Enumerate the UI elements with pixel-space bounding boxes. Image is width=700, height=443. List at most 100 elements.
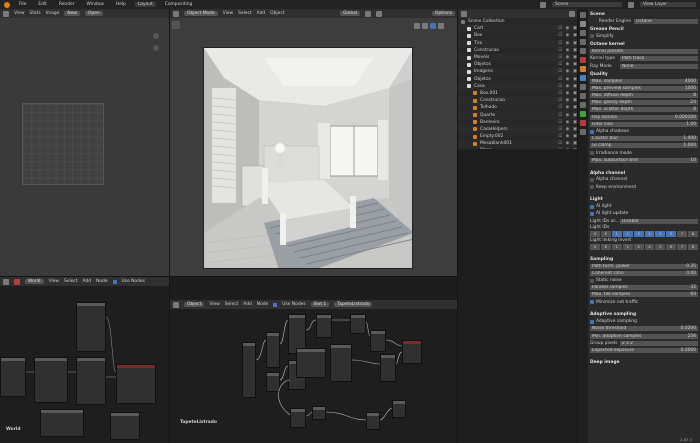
outliner-row[interactable]: Box.001 ☑ ◉ ▣ [458,90,578,97]
menu-image[interactable]: Image [46,11,60,16]
adaptive-sampling-panel[interactable]: Adaptive sampling [590,310,698,318]
property-row[interactable]: Max. scatter depth 8 [590,107,698,114]
transform-orientation[interactable]: Global [340,11,361,16]
keep-environment-checkbox[interactable]: Keep environment [590,184,698,191]
light-id-toggle[interactable]: 1 [611,230,622,237]
snap-icon[interactable] [365,10,372,17]
3d-viewport[interactable]: Object Mode View Select Add Object Globa… [170,9,458,277]
outliner-row[interactable]: Empty.002 ☑ ◉ ▣ [458,133,578,140]
property-row[interactable]: GI clamp 1.000 [590,143,698,150]
menu-view[interactable]: View [14,11,24,16]
property-row[interactable]: Path term. power 0.35 [590,263,698,270]
overlay-icon[interactable] [414,23,420,29]
property-value[interactable]: 1.000 [672,143,698,149]
object-tab-icon[interactable] [580,66,586,72]
light-id-toggle[interactable]: 7 [677,230,688,237]
outliner-row[interactable]: Banheiro ☑ ◉ ▣ [458,119,578,126]
open-image-button[interactable]: Open [84,11,103,16]
alpha-channel-checkbox[interactable]: Alpha channel [590,177,698,184]
visibility-icons[interactable]: ☑ ◉ ▣ [558,113,578,118]
xray-icon[interactable] [422,23,428,29]
kernel-presets-row[interactable]: Kernel presets [590,48,698,55]
property-value[interactable]: 1000 [672,85,698,91]
outliner-row[interactable]: Cart ☑ ◉ ▣ [458,25,578,33]
menu-stats[interactable]: Stats [29,11,40,16]
property-value[interactable]: 8 [672,93,698,99]
light-id-toggle[interactable]: 6 [666,243,677,250]
property-value[interactable]: 24 [672,100,698,106]
pan-hand-icon[interactable] [153,45,159,51]
deep-image-panel[interactable]: Deep image [590,358,698,366]
static-noise-checkbox[interactable]: Static noise [590,277,698,284]
property-value[interactable]: 1.000 [672,136,698,142]
visibility-icons[interactable]: ☑ ◉ ▣ [558,105,578,110]
uv-grid[interactable] [22,103,104,185]
physics-tab-icon[interactable] [580,93,586,99]
outliner-row[interactable]: Objetos ☑ ◉ ▣ [458,61,578,68]
outliner-row[interactable]: Construcao ☑ ◉ ▣ [458,47,578,54]
alpha-channel-panel[interactable]: Alpha channel [590,169,698,177]
light-id-toggle[interactable]: 3 [633,230,644,237]
select-tool-icon[interactable] [172,21,180,29]
shader-node-editor[interactable]: Object View Select Add Node Use Nodes Sl… [170,300,458,443]
menu-edit[interactable]: Edit [35,2,50,7]
light-id-toggle[interactable]: 7 [677,243,688,250]
area-divider[interactable] [457,9,458,443]
property-value[interactable]: 1.00 [672,121,698,127]
light-id-toggle[interactable]: 3 [633,243,644,250]
output-tab-icon[interactable] [580,30,586,36]
editor-type-icon[interactable] [173,10,179,17]
outliner-row[interactable]: Objetos ☑ ◉ ▣ [458,76,578,83]
property-row[interactable]: Max. samples 4000 [590,78,698,85]
sampling-panel[interactable]: Sampling [590,255,698,263]
area-divider[interactable] [0,276,458,277]
blender-logo-icon[interactable] [4,1,10,8]
menu-select[interactable]: Select [238,11,252,16]
irradiance-mode-checkbox[interactable]: Irradiance mode [590,150,698,157]
outliner-row[interactable]: Imagens ☑ ◉ ▣ [458,68,578,76]
area-divider[interactable] [169,9,170,443]
property-row[interactable]: Max. diffuse depth 8 [590,92,698,99]
property-row[interactable]: Max. preview samples 1000 [590,85,698,92]
expected-exposure-row[interactable]: Expected exposure 0.0000 [590,347,698,354]
light-id-toggle[interactable]: 8 [688,230,699,237]
property-row[interactable]: Max. tile samples 64 [590,292,698,299]
light-id-toggle[interactable]: 2 [622,230,633,237]
light-id-toggle[interactable]: 2 [622,243,633,250]
area-divider[interactable] [577,9,578,443]
light-id-toggle[interactable]: 4 [644,230,655,237]
light-id-toggle[interactable]: 1 [611,243,622,250]
workspace-tab-compositing[interactable]: Compositing [162,2,196,7]
particles-tab-icon[interactable] [580,84,586,90]
menu-file[interactable]: File [16,2,29,7]
alpha-shadows-checkbox[interactable]: Alpha shadows [590,128,698,135]
property-value[interactable]: 32 [672,285,698,291]
menu-view[interactable]: View [223,11,233,16]
property-value[interactable]: 0.0200 [672,326,698,332]
visibility-icons[interactable]: ☑ ◉ ▣ [558,55,578,60]
property-value[interactable]: 256 [672,333,698,339]
property-row[interactable]: Parallel samples 32 [590,285,698,292]
property-row[interactable]: Filter size 1.00 [590,121,698,128]
outliner-row[interactable]: Mesablank001 ☑ ◉ ▣ [458,140,578,148]
options-dropdown[interactable]: Options [432,11,455,16]
light-panel[interactable]: Light [590,195,698,203]
menu-object[interactable]: Object [270,11,284,16]
property-value[interactable]: 8 [672,107,698,113]
scene-tab-icon[interactable] [580,48,586,54]
filter-icon[interactable] [569,10,575,17]
light-id-toggle[interactable]: E [600,230,611,237]
property-value[interactable]: 4000 [672,78,698,84]
light-id-toggle[interactable]: 5 [655,243,666,250]
light-id-toggle[interactable]: 5 [655,230,666,237]
octane-kernel-panel[interactable]: Octane kernel [590,40,698,48]
visibility-icons[interactable]: ☑ ◉ ▣ [558,120,578,125]
image-editor[interactable]: View Stats Image New Open [0,9,170,277]
world-tab-icon[interactable] [580,57,586,63]
ai-light-checkbox[interactable]: AI light [590,203,698,210]
grease-pencil-panel[interactable]: Grease Pencil [590,25,698,33]
light-id-toggle[interactable]: S [590,230,600,237]
property-value[interactable]: 0.35 [672,263,698,269]
modifier-tab-icon[interactable] [580,75,586,81]
outliner-row[interactable]: Construcao ☑ ◉ ▣ [458,97,578,105]
